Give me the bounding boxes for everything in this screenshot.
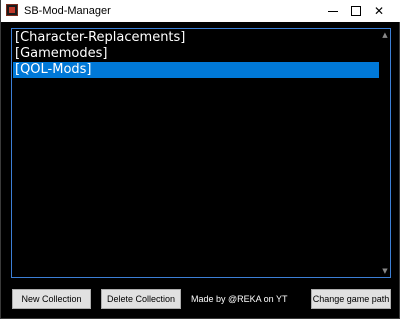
close-button[interactable]: ✕ <box>356 0 400 22</box>
list-item-character-replacements[interactable]: [Character-Replacements] <box>13 30 379 46</box>
title-bar[interactable]: SB-Mod-Manager ✕ <box>1 0 400 22</box>
collections-list[interactable]: [Character-Replacements] [Gamemodes] [QO… <box>11 28 391 278</box>
credit-label: Made by @REKA on YT <box>191 294 288 304</box>
scroll-down-icon[interactable]: ▼ <box>381 266 389 276</box>
app-icon <box>6 4 18 16</box>
list-item-qol-mods[interactable]: [QOL-Mods] <box>13 62 379 78</box>
window-title: SB-Mod-Manager <box>24 5 111 17</box>
collections-items: [Character-Replacements] [Gamemodes] [QO… <box>13 30 379 78</box>
close-icon: ✕ <box>373 4 385 18</box>
change-game-path-button[interactable]: Change game path <box>311 289 391 309</box>
list-item-gamemodes[interactable]: [Gamemodes] <box>13 46 379 62</box>
app-window: SB-Mod-Manager ✕ [Character-Replacements… <box>0 0 400 319</box>
list-scrollbar[interactable]: ▲ ▼ <box>381 30 389 276</box>
delete-collection-button[interactable]: Delete Collection <box>101 289 181 309</box>
new-collection-button[interactable]: New Collection <box>12 289 91 309</box>
scroll-up-icon[interactable]: ▲ <box>381 30 389 40</box>
